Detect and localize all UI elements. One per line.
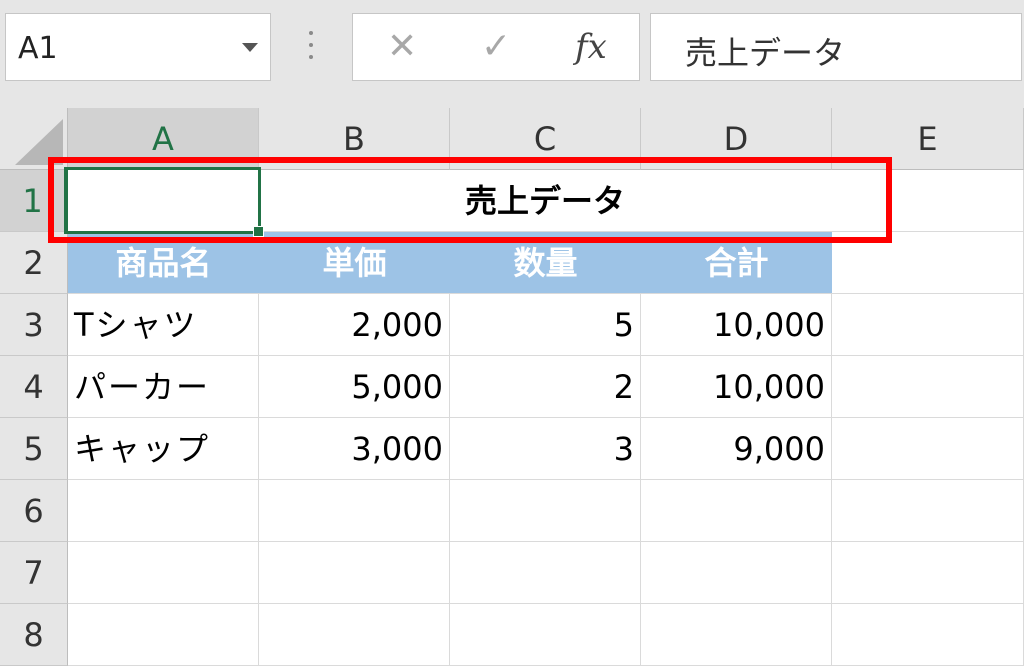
formula-content: 売上データ — [685, 34, 846, 72]
cell-product[interactable]: Tシャツ — [68, 294, 259, 356]
cell-unit-price[interactable]: 3,000 — [259, 418, 450, 480]
cell-e3[interactable] — [832, 294, 1024, 356]
empty-cell[interactable] — [641, 480, 832, 542]
empty-cell[interactable] — [259, 542, 450, 604]
empty-cell[interactable] — [641, 542, 832, 604]
empty-cell[interactable] — [259, 480, 450, 542]
empty-cell[interactable] — [832, 480, 1024, 542]
name-box-value: A1 — [18, 31, 58, 66]
cell-quantity[interactable]: 3 — [450, 418, 641, 480]
chevron-down-icon[interactable] — [242, 43, 258, 52]
cell-total[interactable]: 10,000 — [641, 356, 832, 418]
cell-total[interactable]: 9,000 — [641, 418, 832, 480]
row-header-4[interactable]: 4 — [0, 356, 68, 418]
cell-quantity[interactable]: 2 — [450, 356, 641, 418]
formula-input[interactable]: 売上データ — [650, 13, 1022, 81]
row-header-6[interactable]: 6 — [0, 480, 68, 542]
name-box[interactable]: A1 — [5, 13, 271, 81]
insert-function-icon[interactable]: fx — [575, 24, 607, 70]
empty-cell[interactable] — [450, 542, 641, 604]
formula-toolbar: A1 ✕ ✓ fx 売上データ — [0, 0, 1024, 108]
row-header-7[interactable]: 7 — [0, 542, 68, 604]
empty-cell[interactable] — [68, 604, 259, 666]
row-header-5[interactable]: 5 — [0, 418, 68, 480]
empty-cell[interactable] — [641, 604, 832, 666]
cell-product[interactable]: パーカー — [68, 356, 259, 418]
empty-cell[interactable] — [68, 480, 259, 542]
cell-e4[interactable] — [832, 356, 1024, 418]
row-header-8[interactable]: 8 — [0, 604, 68, 666]
empty-cell[interactable] — [68, 542, 259, 604]
cell-total[interactable]: 10,000 — [641, 294, 832, 356]
grip-handle-icon[interactable] — [308, 29, 314, 63]
annotation-highlight-box — [48, 157, 892, 243]
formula-buttons: ✕ ✓ fx — [352, 13, 640, 81]
cancel-icon[interactable]: ✕ — [387, 24, 417, 70]
spreadsheet-grid: A B C D E 1 2 3 4 5 6 7 8 売上データ 商品名 単価 数… — [0, 108, 1024, 666]
cell-quantity[interactable]: 5 — [450, 294, 641, 356]
row-header-3[interactable]: 3 — [0, 294, 68, 356]
cell-unit-price[interactable]: 2,000 — [259, 294, 450, 356]
empty-cell[interactable] — [450, 480, 641, 542]
empty-cell[interactable] — [259, 604, 450, 666]
empty-cell[interactable] — [450, 604, 641, 666]
empty-cell[interactable] — [832, 542, 1024, 604]
cell-unit-price[interactable]: 5,000 — [259, 356, 450, 418]
enter-check-icon[interactable]: ✓ — [481, 24, 511, 70]
cell-product[interactable]: キャップ — [68, 418, 259, 480]
empty-cell[interactable] — [832, 604, 1024, 666]
cell-e5[interactable] — [832, 418, 1024, 480]
